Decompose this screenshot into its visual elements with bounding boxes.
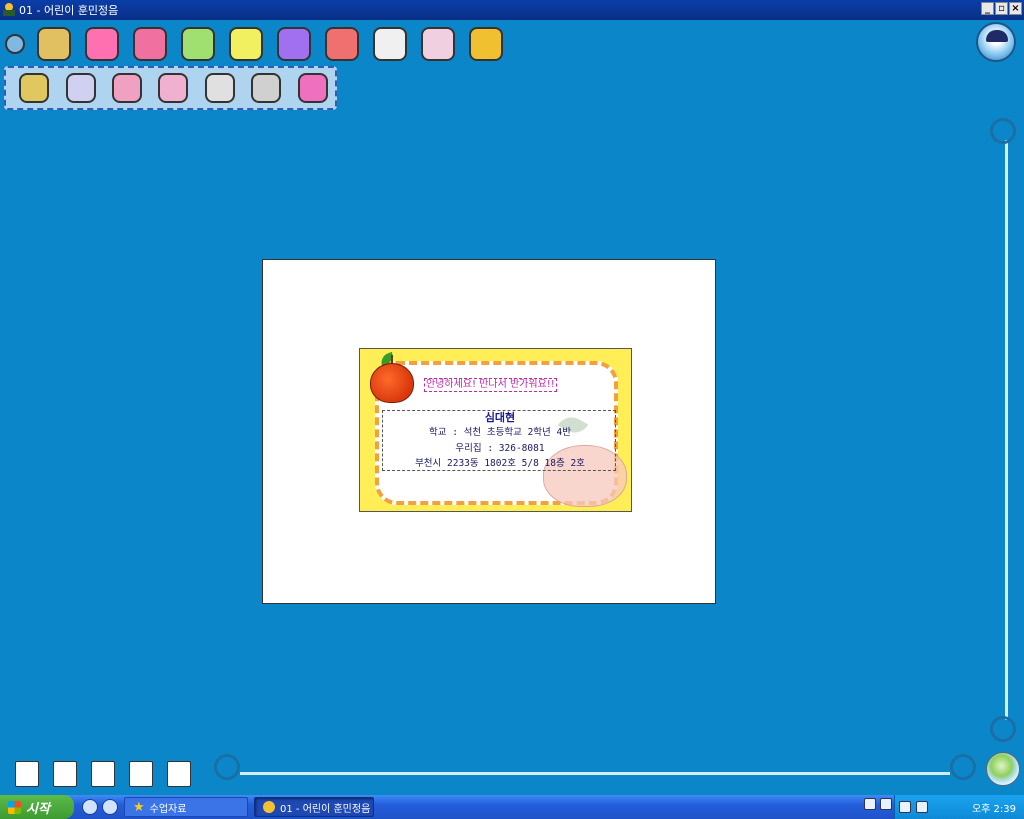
book-button[interactable] [366, 22, 414, 66]
page-prev-button[interactable] [48, 756, 82, 792]
page-last-icon [167, 761, 191, 787]
taskbar: 시작 ★ 수업자료 01 - 어린이 훈민정음 오후 2:39 [0, 795, 1024, 819]
open-icon [5, 34, 25, 54]
start-button[interactable]: 시작 [0, 795, 74, 819]
start-label: 시작 [26, 801, 50, 817]
character-button[interactable] [414, 22, 462, 66]
star-balloon-icon [277, 27, 311, 61]
main-toolbar [0, 22, 510, 66]
network-tray-icon[interactable] [880, 798, 892, 810]
task-app[interactable]: 01 - 어린이 훈민정음 [254, 797, 374, 817]
paint-icon [85, 27, 119, 61]
card-name: 심대현 [484, 411, 516, 424]
rabbit-icon [112, 73, 143, 103]
title-bar: 01 - 어린이 훈민정음 _ ▫ × [0, 0, 1024, 20]
microphone-icon [297, 73, 328, 103]
printer-bunny-icon [204, 73, 235, 103]
ie-icon[interactable] [102, 799, 118, 815]
page-next-icon [129, 761, 153, 787]
file-box-button[interactable] [30, 22, 78, 66]
app-icon [2, 3, 16, 17]
paint-button[interactable] [78, 22, 126, 66]
open-button[interactable] [0, 22, 30, 66]
window-title: 01 - 어린이 훈민정음 [19, 4, 119, 17]
horn-icon [469, 27, 503, 61]
file-box-icon [37, 27, 71, 61]
app-task-icon [263, 801, 275, 813]
secondary-toolbar [4, 66, 337, 110]
windows-logo-icon [8, 800, 21, 814]
page-view-button[interactable] [86, 756, 120, 792]
card-school: 학교 : 석천 초등학교 2학년 4반 [429, 427, 571, 438]
pencil-button[interactable] [222, 22, 270, 66]
card-button[interactable] [318, 22, 366, 66]
page-next-button[interactable] [124, 756, 158, 792]
red-apple-icon [370, 363, 414, 403]
horn-button[interactable] [462, 22, 510, 66]
bunny-paint-button[interactable] [151, 68, 195, 108]
swirl-top-icon [990, 118, 1016, 144]
printer-icon [251, 73, 282, 103]
swirl-left-icon [214, 754, 240, 780]
expand-tray-icon[interactable] [899, 801, 911, 813]
printer-bunny-button[interactable] [198, 68, 242, 108]
page-first-button[interactable] [10, 756, 44, 792]
task-folder[interactable]: ★ 수업자료 [124, 797, 248, 817]
frame-icon [19, 73, 50, 103]
table-button[interactable] [174, 22, 222, 66]
frame-button[interactable] [12, 68, 56, 108]
book-icon [373, 27, 407, 61]
pages-button[interactable] [58, 68, 102, 108]
task-app-label: 01 - 어린이 훈민정음 [280, 803, 371, 815]
restore-button[interactable]: ▫ [995, 2, 1008, 15]
help-tray-icon[interactable] [864, 798, 876, 810]
page-toolbar [10, 754, 196, 794]
system-tray: 오후 2:39 [894, 795, 1024, 819]
page-prev-icon [53, 761, 77, 787]
desktop-icon[interactable] [82, 799, 98, 815]
tray-left-icons [864, 798, 892, 810]
task-folder-label: 수업자료 [149, 803, 187, 815]
star-balloon-button[interactable] [270, 22, 318, 66]
page-first-icon [15, 761, 39, 787]
card-address: 부천시 2233동 1802호 5/8 18층 2호 [415, 458, 585, 469]
quick-launch [82, 799, 118, 815]
clock: 오후 2:39 [971, 803, 1016, 815]
card-icon [325, 27, 359, 61]
bottom-rail [240, 772, 950, 775]
globe-icon[interactable] [986, 752, 1020, 786]
page-last-button[interactable] [162, 756, 196, 792]
table-icon [181, 27, 215, 61]
printer-button[interactable] [244, 68, 288, 108]
close-button[interactable]: × [1009, 2, 1022, 15]
cube-button[interactable] [126, 22, 174, 66]
microphone-button[interactable] [291, 68, 335, 108]
volume-tray-icon[interactable] [916, 801, 928, 813]
card-home: 우리집 : 326-8081 [455, 443, 545, 454]
card-info-box[interactable]: 심대현 학교 : 석천 초등학교 2학년 4반 우리집 : 326-8081 부… [382, 410, 616, 471]
pages-icon [65, 73, 96, 103]
rabbit-button[interactable] [105, 68, 149, 108]
minimize-button[interactable]: _ [981, 2, 994, 15]
helper-character-icon[interactable] [976, 22, 1016, 62]
app-window: 01 - 어린이 훈민정음 _ ▫ × 안녕하세요! 만나서 반가워요!! 심대… [0, 0, 1024, 819]
window-controls: _ ▫ × [981, 2, 1022, 15]
character-icon [421, 27, 455, 61]
name-card[interactable]: 안녕하세요! 만나서 반가워요!! 심대현 학교 : 석천 초등학교 2학년 4… [359, 348, 632, 512]
cube-icon [133, 27, 167, 61]
bunny-paint-icon [158, 73, 189, 103]
pencil-icon [229, 27, 263, 61]
page-view-icon [91, 761, 115, 787]
swirl-bottom-icon [990, 716, 1016, 742]
swirl-right-icon [950, 754, 976, 780]
star-folder-icon: ★ [133, 799, 145, 815]
right-rail [1005, 140, 1008, 720]
card-greeting[interactable]: 안녕하세요! 만나서 반가워요!! [424, 378, 557, 392]
